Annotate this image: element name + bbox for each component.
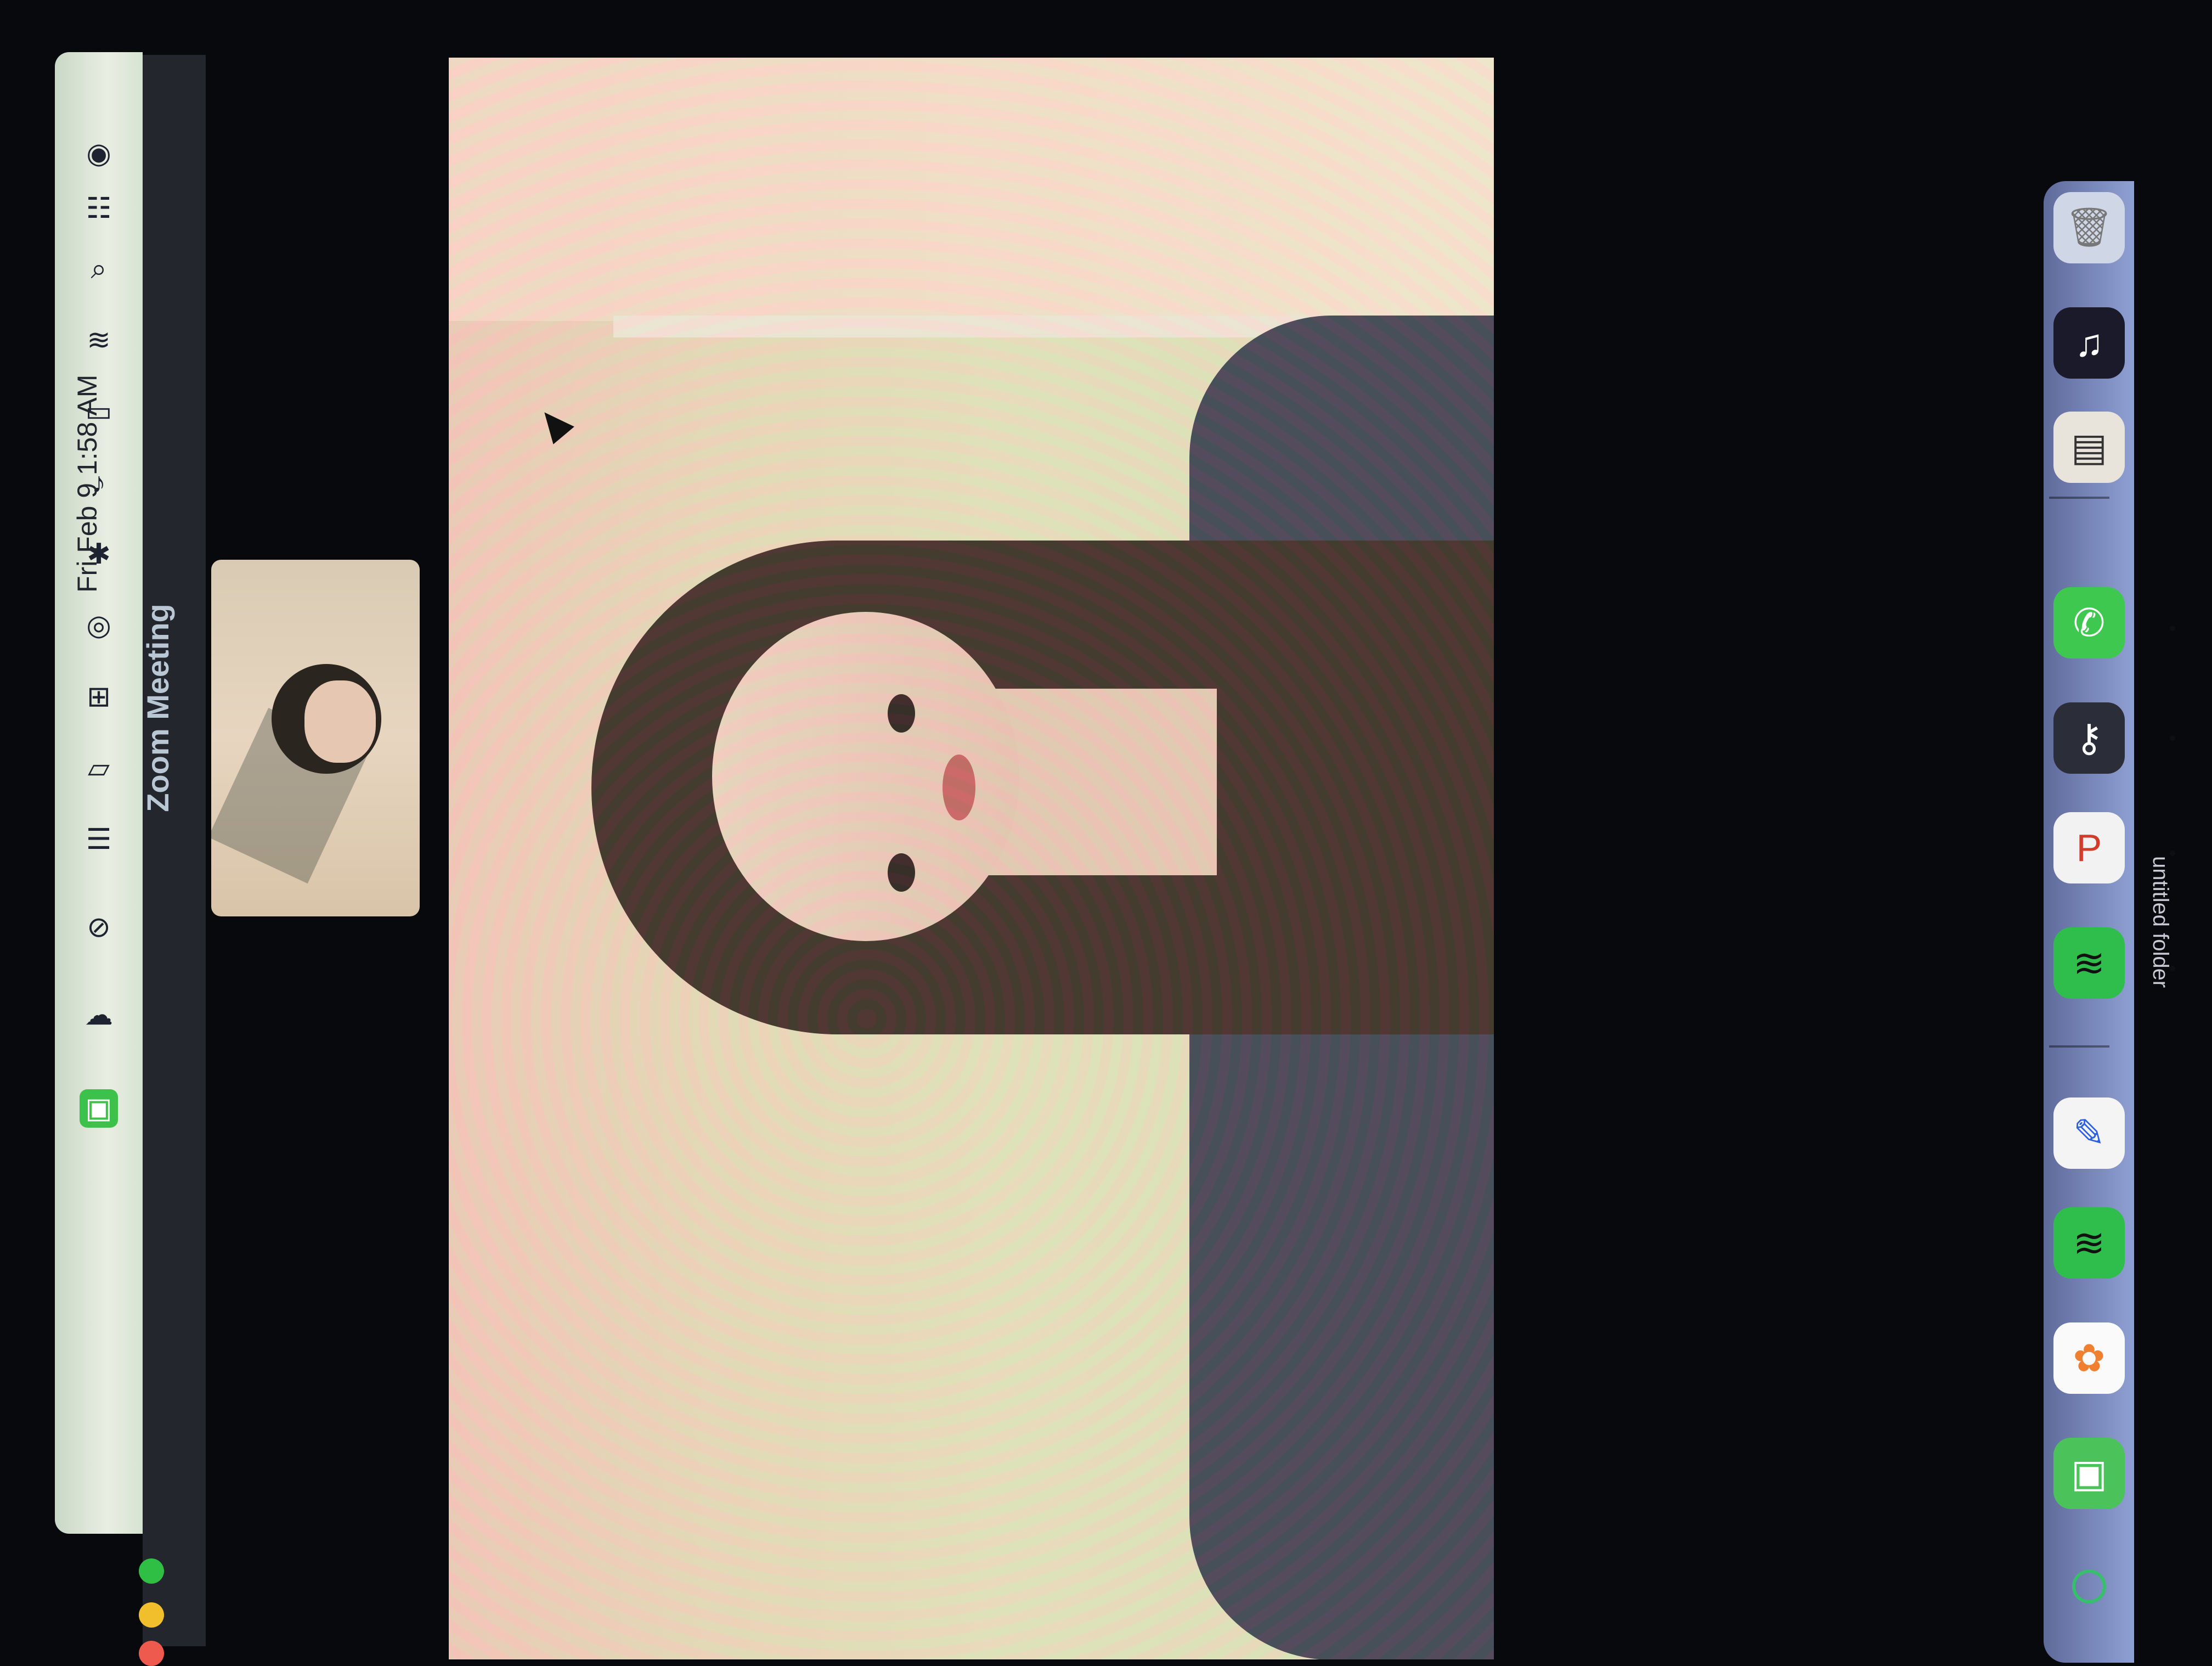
dock-zoom[interactable]: ▣: [2053, 1438, 2125, 1509]
dock-freeform[interactable]: ✎: [2053, 1097, 2125, 1169]
dock-running-indicator: [2170, 626, 2175, 631]
control-center-icon[interactable]: ☷: [80, 189, 118, 228]
video-wall: [449, 58, 1494, 321]
window-title: Zoom Meeting: [140, 604, 175, 812]
screen-record-icon[interactable]: ◎: [80, 606, 118, 645]
window-minimize-button[interactable]: [139, 1602, 164, 1628]
dock-spotify[interactable]: ≋: [2053, 927, 2125, 999]
dock-keychain[interactable]: ⚷: [2053, 702, 2125, 774]
cloud-icon[interactable]: ☁: [80, 996, 118, 1034]
video-person-mouth: [943, 755, 975, 820]
dock-whatsapp[interactable]: ✆: [2053, 587, 2125, 658]
window-titlebar[interactable]: [143, 55, 206, 1646]
dock-running-indicator: [2170, 735, 2175, 741]
self-view-thumbnail[interactable]: [211, 560, 420, 916]
window-zoom-button[interactable]: [139, 1558, 164, 1584]
dock-spotify-2[interactable]: ≋: [2053, 1207, 2125, 1279]
dock-running-indicator: [2170, 851, 2175, 856]
dock-activity[interactable]: ○: [2053, 1540, 2125, 1626]
participant-face: [304, 680, 376, 763]
siri-icon[interactable]: ◉: [80, 134, 118, 173]
dock-separator: [2049, 1045, 2109, 1048]
app-menu-icon[interactable]: ☰: [80, 820, 118, 859]
menu-bar-datetime[interactable]: Fri Feb 9 1:58 AM: [71, 329, 103, 593]
dock-photos[interactable]: ✿: [2053, 1322, 2125, 1394]
zoom-icon[interactable]: ▣: [80, 1089, 118, 1128]
dock-trash[interactable]: 🗑: [2053, 192, 2125, 263]
dock-powerpoint[interactable]: P: [2053, 812, 2125, 883]
video-person-neck: [986, 689, 1217, 875]
window-close-button[interactable]: [139, 1641, 164, 1666]
video-person-eye: [888, 853, 915, 892]
video-person-face: [712, 612, 1019, 941]
video-person-eye: [888, 694, 915, 733]
dock-document[interactable]: ▤: [2053, 412, 2125, 483]
dock-separator: [2049, 497, 2109, 499]
spotlight-icon[interactable]: ⌕: [80, 250, 118, 288]
dock-folder-label: untitled folder: [2148, 856, 2172, 988]
video-person-body: [1189, 316, 1494, 1659]
video-door-edge: [613, 316, 1436, 337]
dock-spotify-widget[interactable]: ♫: [2053, 307, 2125, 379]
menu-bar: ◉ ☷ ⌕ ≋ ▭ ♪ ✱ ◎ ⊞ ▱ ☰ ⊘ ☁ ▣: [55, 52, 143, 1534]
screen-mirror-icon[interactable]: ⊞: [80, 678, 118, 716]
display-icon[interactable]: ▱: [80, 749, 118, 787]
video-person-hair: [591, 541, 1494, 1034]
dock: 🗑 ♫ ▤ ✆ ⚷ P ≋ ✎ ≋ ✿ ▣ ○: [2044, 181, 2134, 1663]
vpn-icon[interactable]: ⊘: [80, 908, 118, 947]
active-speaker-video[interactable]: [449, 58, 1494, 1659]
